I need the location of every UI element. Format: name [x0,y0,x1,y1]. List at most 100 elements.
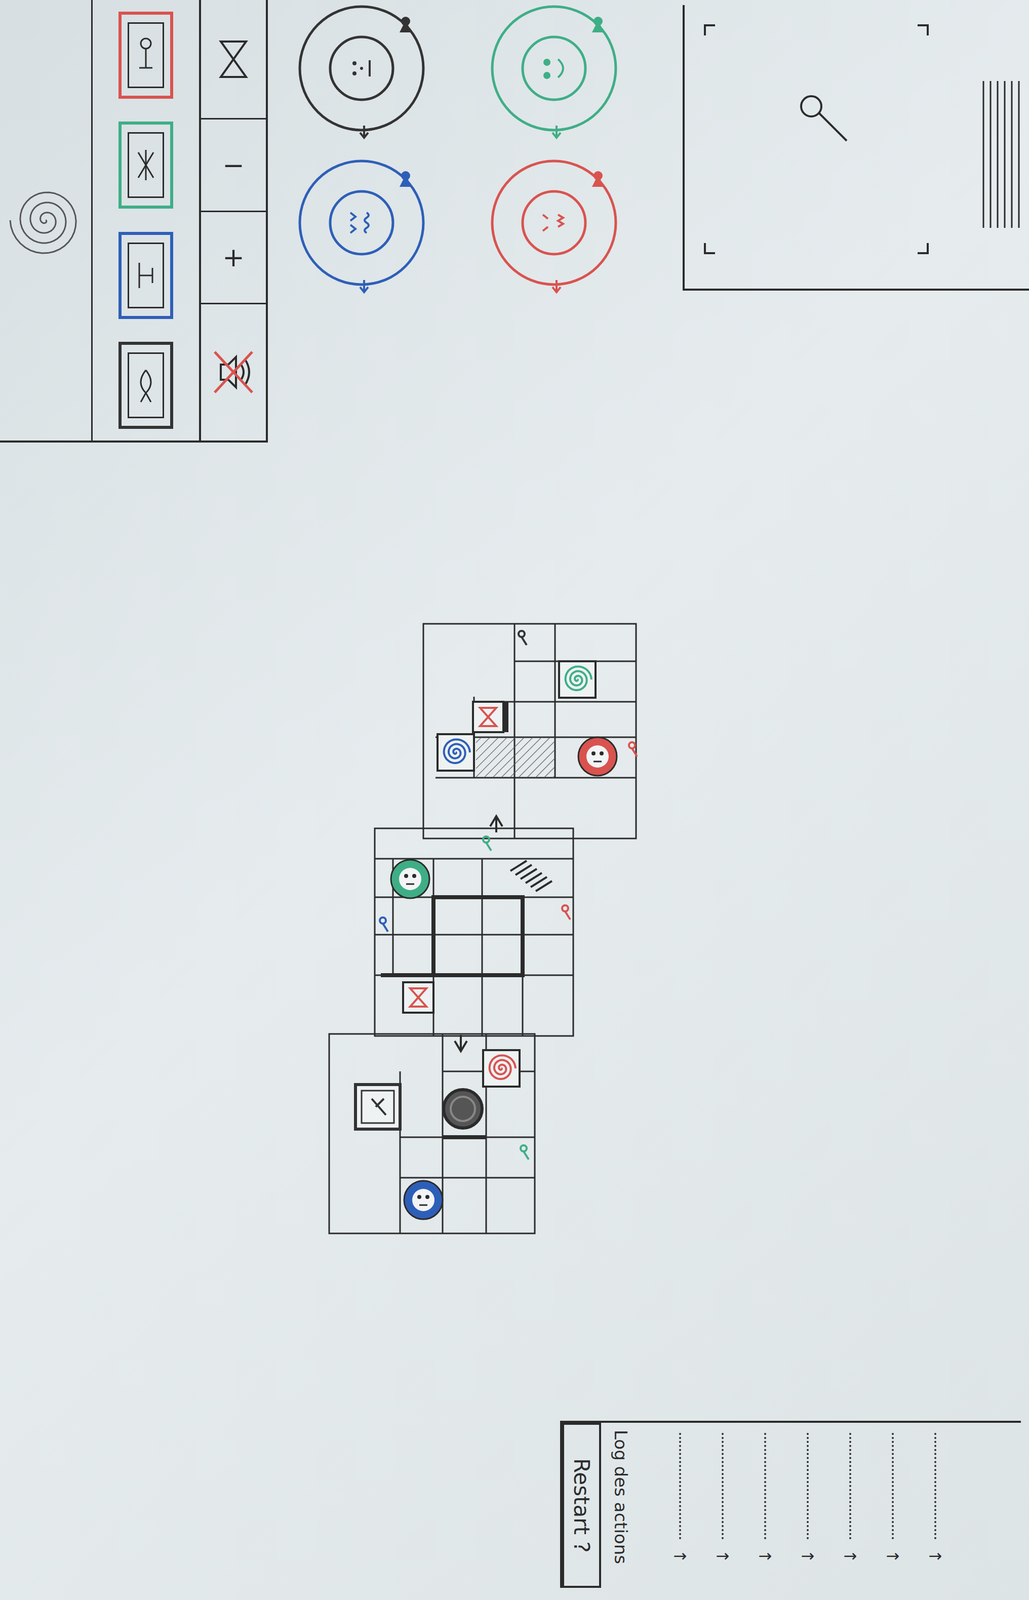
room-c [329,1034,535,1234]
angry-face-icon [542,214,564,231]
direction-arrow-icon [360,125,369,138]
log-entry-marker: → [758,1546,773,1566]
player-ring [492,6,616,131]
spiral-zone [0,0,93,441]
rune-tile[interactable] [355,1084,401,1130]
sound-icon [210,344,257,401]
player-face [330,36,393,100]
hourglass-icon [215,36,252,83]
spiral-icon[interactable] [5,179,87,261]
coin-token[interactable] [443,1089,483,1129]
log-entry-dots [721,1433,724,1540]
scroll-lines-icon[interactable] [983,81,1019,228]
player-token[interactable] [578,737,617,776]
log-entries: → → → → → → → [664,1422,951,1589]
hourglass-tile[interactable] [403,982,434,1013]
muted-cross-icon [214,351,253,393]
magnifier-icon[interactable] [801,96,847,141]
log-entry-marker: → [886,1546,900,1566]
log-entry-placeholder: → [925,1433,946,1578]
fish-icon [133,362,159,409]
spiral-tile[interactable] [437,734,474,771]
whiteboard: −+ Restart ?Log des actions → → → → → → → [0,0,1029,1600]
log-entry-placeholder: → [797,1433,818,1578]
pawn-icon[interactable] [591,171,605,187]
stairs-icon[interactable] [510,860,552,892]
spiral-tile[interactable] [483,1050,520,1087]
log-entry-placeholder: → [755,1433,776,1578]
player-circle[interactable] [288,149,435,297]
log-entry-marker: → [716,1546,730,1566]
log-entry-dots [679,1433,682,1540]
toolbar: −+ [201,0,266,441]
inventory [92,0,202,441]
player-ring [492,161,616,285]
happy-face-icon [543,58,564,79]
player-circle[interactable] [480,149,628,297]
card-face [127,352,165,419]
room-a [423,623,637,839]
pawn-icon[interactable] [399,16,412,33]
gate-icon [133,252,159,299]
inventory-card[interactable] [118,231,174,320]
direction-arrow-icon [552,125,561,138]
neutral-face-icon [352,60,370,77]
inspect-panel [682,5,1029,291]
log-entry-marker: → [928,1546,943,1566]
player-circle[interactable] [288,0,435,142]
player-face [522,191,586,255]
direction-arrow-icon [552,280,561,293]
inspect-view [684,5,1027,287]
player-ring [299,161,424,285]
key-icon[interactable] [518,630,527,646]
up-arrow-icon [490,816,503,833]
figure-icon [133,32,159,78]
inventory-card[interactable] [118,121,174,209]
key-icon[interactable] [379,917,388,932]
spiral-tile[interactable] [559,661,596,698]
hourglass-button[interactable] [201,0,266,120]
log-title: Log des actions [610,1422,656,1589]
log-entry-dots [764,1433,767,1540]
hourglass-tile[interactable] [472,701,504,733]
inventory-card[interactable] [118,11,174,99]
player-token[interactable] [390,859,430,899]
player-face [330,191,393,255]
pawn-icon[interactable] [591,16,605,33]
player-ring [299,6,424,131]
cross-icon [133,142,159,188]
pawn-icon[interactable] [399,171,412,187]
side-panel: −+ [0,0,268,443]
log-entry-dots [806,1433,809,1540]
game-board[interactable] [324,617,644,1240]
board-row [324,617,1029,1240]
inventory-card[interactable] [118,341,174,429]
key-icon[interactable] [628,742,638,757]
log-entry-placeholder: → [669,1433,691,1578]
card-face [127,132,165,199]
player-face [522,36,586,100]
log-entry-dots [891,1433,894,1540]
log-entry-placeholder: → [882,1433,903,1578]
card-face [127,22,165,89]
key-icon[interactable] [483,836,492,851]
key-icon[interactable] [520,1145,529,1160]
log-entry-dots [849,1433,852,1540]
sound-button[interactable] [201,304,266,441]
worried-face-icon [350,212,369,233]
hatched-cell [512,737,556,778]
player-circle[interactable] [480,0,628,142]
key-icon[interactable] [562,905,571,920]
log-entry-placeholder: → [840,1433,861,1578]
log-entry-marker: → [673,1546,688,1566]
log-panel: Restart ?Log des actions → → → → → → → [560,1420,1021,1589]
top-row: −+ [0,0,1029,446]
text-button[interactable]: − [201,119,266,212]
log-entry-marker: → [801,1546,815,1566]
player-token[interactable] [404,1180,443,1220]
hatched-cell [476,737,513,778]
restart-button[interactable]: Restart ? [562,1422,602,1589]
frame-corners-icon [704,25,928,254]
players [285,0,671,309]
text-button[interactable]: + [201,212,266,305]
